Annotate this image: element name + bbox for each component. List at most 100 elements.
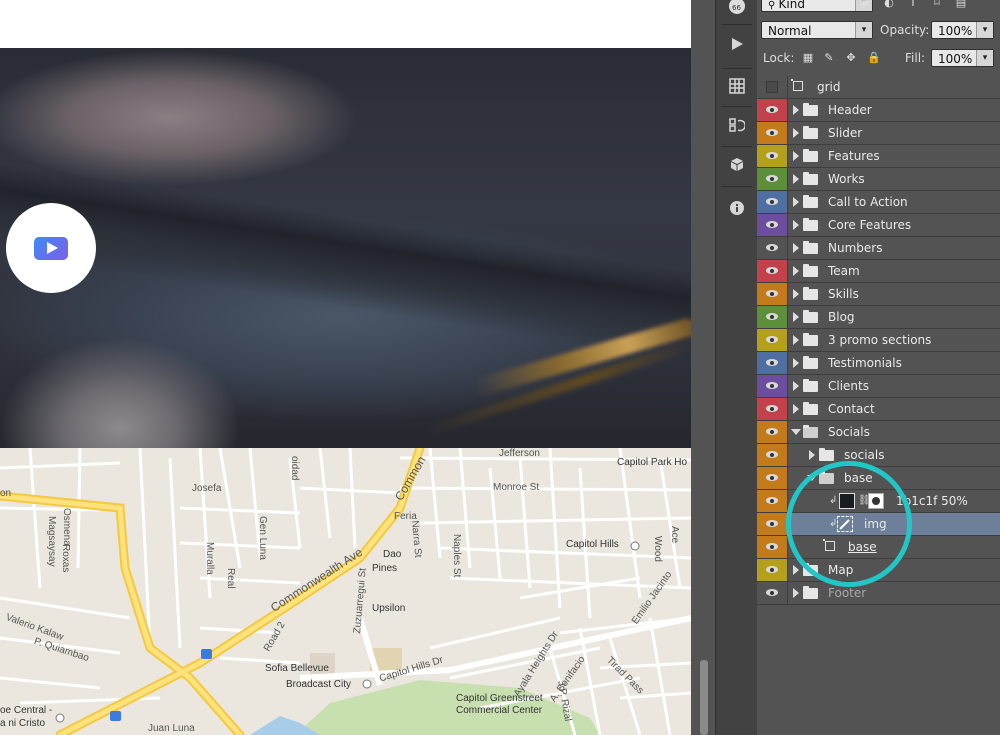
map-label: Commercial Center [456, 705, 543, 716]
layer-testimonials[interactable]: Testimonials [757, 352, 1000, 375]
adjustment-filter-icon[interactable]: ◐ [883, 0, 895, 9]
lock-all-icon[interactable]: 🔒 [867, 52, 881, 64]
layer-3-promo-sections[interactable]: 3 promo sections [757, 329, 1000, 352]
layer-slider[interactable]: Slider [757, 122, 1000, 145]
smart-object-filter-icon[interactable]: ▤ [955, 0, 967, 9]
3d-cube-icon[interactable] [724, 155, 750, 181]
type-filter-icon[interactable]: T [907, 0, 919, 9]
lock-position-icon[interactable]: ✥ [845, 52, 857, 64]
map-label: Pines [372, 563, 398, 574]
layer-name: Works [828, 172, 865, 186]
layer-features[interactable]: Features [757, 145, 1000, 168]
layer-team[interactable]: Team [757, 260, 1000, 283]
lock-transparency-icon[interactable]: ▦ [802, 52, 814, 64]
eye-icon[interactable] [757, 467, 788, 489]
eye-icon[interactable] [757, 490, 788, 512]
expand-arrow-icon[interactable] [793, 335, 799, 345]
filter-kind-dropdown[interactable]: ⚲ Kind ▾ [761, 0, 873, 12]
eye-icon[interactable] [757, 329, 788, 351]
folder-icon [803, 333, 818, 346]
play-icon[interactable] [724, 34, 750, 60]
eye-icon[interactable] [757, 513, 788, 535]
history-icon[interactable] [724, 115, 750, 141]
expand-arrow-icon[interactable] [793, 105, 799, 115]
layer-footer[interactable]: Footer [757, 582, 1000, 605]
vertical-scrollbar[interactable] [700, 660, 708, 735]
layer-blog[interactable]: Blog [757, 306, 1000, 329]
layer-socials[interactable]: socials [757, 444, 1000, 467]
expand-arrow-icon[interactable] [793, 174, 799, 184]
expand-arrow-icon[interactable] [793, 381, 799, 391]
map-label: oe Central - [0, 705, 53, 716]
eye-icon[interactable] [757, 99, 788, 121]
expand-arrow-icon[interactable] [793, 404, 799, 414]
expand-arrow-icon[interactable] [793, 289, 799, 299]
fill-label: Fill: [905, 51, 926, 65]
open-folder-icon [803, 425, 818, 438]
layer-works[interactable]: Works [757, 168, 1000, 191]
expand-arrow-icon[interactable] [793, 266, 799, 276]
expand-arrow-icon[interactable] [793, 220, 799, 230]
eye-icon[interactable] [757, 283, 788, 305]
eye-icon[interactable] [757, 168, 788, 190]
expand-arrow-icon[interactable] [809, 450, 815, 460]
map-section[interactable]: Capitol Park Ho Jefferson Monroe St Jose… [0, 448, 691, 735]
page-top-white-area [0, 0, 691, 48]
eye-icon[interactable] [757, 421, 788, 443]
eye-icon[interactable] [757, 536, 788, 558]
video-section [0, 48, 691, 448]
layer-call-to-action[interactable]: Call to Action [757, 191, 1000, 214]
layer-header[interactable]: Header [757, 99, 1000, 122]
map-label: Muralla [204, 542, 215, 575]
eye-icon[interactable] [757, 191, 788, 213]
eye-icon[interactable] [757, 444, 788, 466]
eye-icon[interactable] [757, 582, 788, 604]
pixel-filter-icon[interactable]: ▣ [859, 0, 871, 9]
play-video-button[interactable] [6, 203, 96, 293]
map-label: Magsaysay [46, 516, 57, 567]
layer-clients[interactable]: Clients [757, 375, 1000, 398]
play-icon [34, 237, 68, 260]
blend-mode-dropdown[interactable]: Normal ▾ [761, 21, 873, 39]
folder-icon [803, 218, 818, 231]
layer-grid[interactable]: grid [757, 76, 1000, 99]
eye-icon[interactable] [757, 145, 788, 167]
eye-icon[interactable] [757, 352, 788, 374]
expand-arrow-icon[interactable] [793, 588, 799, 598]
visibility-toggle-empty[interactable] [757, 76, 788, 98]
eye-icon[interactable] [757, 559, 788, 581]
layer-numbers[interactable]: Numbers [757, 237, 1000, 260]
map-label: a ni Cristo [0, 718, 46, 729]
expand-arrow-icon[interactable] [793, 565, 799, 575]
layer-core-features[interactable]: Core Features [757, 214, 1000, 237]
eye-icon[interactable] [757, 306, 788, 328]
grid-icon[interactable] [724, 76, 750, 102]
opacity-field[interactable]: 100% ▾ [931, 21, 994, 39]
map-label: Juan Luna [148, 723, 195, 734]
eye-icon[interactable] [757, 398, 788, 420]
expand-arrow-icon[interactable] [793, 128, 799, 138]
layer-contact[interactable]: Contact [757, 398, 1000, 421]
eye-icon[interactable] [757, 237, 788, 259]
expand-arrow-icon[interactable] [793, 197, 799, 207]
layer-name: Socials [828, 425, 870, 439]
fill-field[interactable]: 100% ▾ [931, 49, 994, 67]
shape-filter-icon[interactable]: ⌑ [931, 0, 943, 9]
expand-arrow-icon[interactable] [793, 151, 799, 161]
eye-icon[interactable] [757, 214, 788, 236]
eye-icon[interactable] [757, 260, 788, 282]
cc-badge-icon[interactable]: 66 [724, 0, 750, 26]
eye-icon[interactable] [757, 122, 788, 144]
collapse-arrow-icon[interactable] [791, 429, 801, 435]
lock-image-icon[interactable]: ✎ [823, 52, 835, 64]
eye-icon[interactable] [757, 375, 788, 397]
layer-socials-group[interactable]: Socials [757, 421, 1000, 444]
toolstrip-divider [722, 146, 752, 147]
info-icon[interactable] [724, 198, 750, 224]
expand-arrow-icon[interactable] [793, 358, 799, 368]
expand-arrow-icon[interactable] [793, 243, 799, 253]
document-canvas[interactable]: Capitol Park Ho Jefferson Monroe St Jose… [0, 0, 691, 735]
map-label: Josefa [192, 483, 222, 494]
expand-arrow-icon[interactable] [793, 312, 799, 322]
layer-skills[interactable]: Skills [757, 283, 1000, 306]
